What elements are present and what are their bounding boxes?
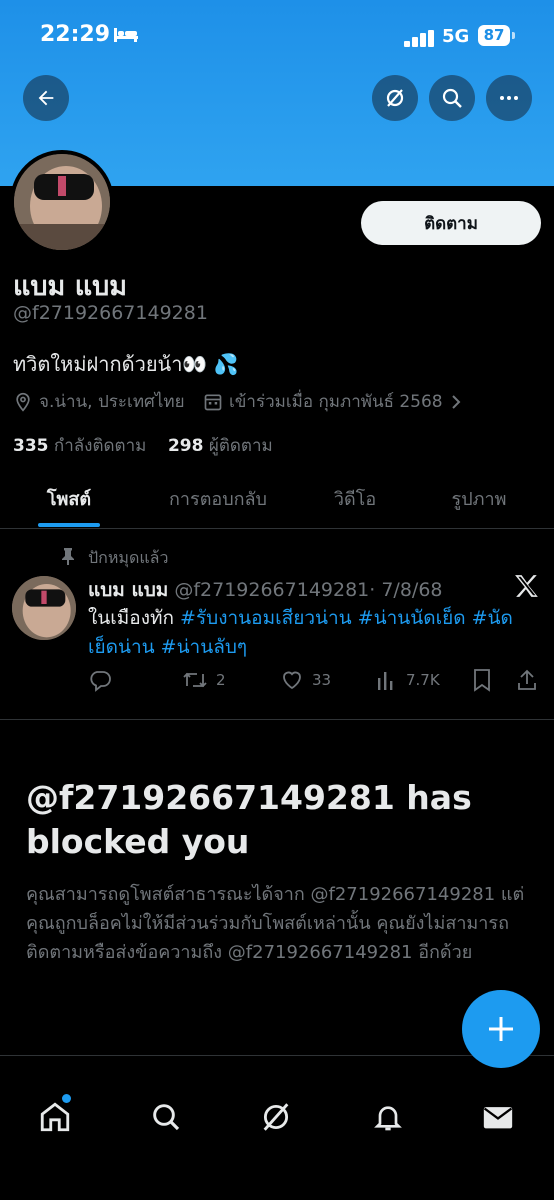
grok-button[interactable] — [372, 75, 418, 121]
back-arrow-icon — [38, 90, 54, 106]
messages-icon — [483, 1107, 513, 1129]
calendar-icon — [204, 394, 222, 410]
like-icon — [283, 671, 301, 690]
followers-link[interactable]: 298 ผู้ติดตาม — [168, 436, 273, 456]
tweet-header: แบม แบม @f27192667149281· 7/8/68 — [88, 575, 443, 605]
compose-plus-icon — [489, 1017, 513, 1041]
nav-messages[interactable] — [478, 1097, 518, 1137]
tweet-author-name[interactable]: แบม แบม — [88, 579, 168, 601]
blocked-description: คุณสามารถดูโพสต์สาธารณะได้จาก @f27192667… — [26, 884, 525, 963]
profile-bio: ทวิตใหม่ฝากด้วยน้า👀 💦 — [13, 352, 239, 376]
back-button[interactable] — [23, 75, 69, 121]
followers-count: 298 — [167, 436, 204, 456]
tweet-author-handle[interactable]: @f27192667149281 — [174, 579, 369, 601]
pin-icon — [62, 548, 74, 565]
signal-icon — [404, 28, 436, 47]
profile-name: แบม แบม — [13, 271, 128, 302]
sleep-mode-icon — [114, 28, 138, 42]
share-icon — [518, 669, 536, 690]
avatar-image — [14, 154, 110, 250]
joined-label: เข้าร่วมเมื่อ กุมภาพันธ์ 2568 — [229, 392, 443, 412]
tabs-divider — [0, 528, 554, 529]
tweet-text: ในเมืองทัก #รับงานอมเสียวน่าน #น่านนัดเย… — [88, 604, 534, 662]
home-icon — [40, 1102, 70, 1132]
more-icon — [500, 96, 518, 100]
bookmark-button[interactable] — [472, 668, 500, 692]
tab-videos[interactable]: วิดีโอ — [314, 484, 396, 513]
like-button[interactable]: 33 — [280, 668, 331, 692]
profile-avatar[interactable] — [10, 150, 114, 254]
more-button[interactable] — [486, 75, 532, 121]
blocked-title: @f27192667149281 has blocked you — [26, 778, 472, 861]
reply-icon — [90, 671, 111, 692]
like-count: 33 — [312, 671, 332, 689]
network-label: 5G — [442, 26, 470, 47]
view-count: 7.7K — [406, 671, 440, 689]
following-label: กำลังติดตาม — [53, 436, 147, 456]
location-icon — [16, 392, 30, 412]
tweet-text-prefix: ในเมืองทัก — [88, 607, 181, 629]
retweet-icon — [183, 672, 207, 688]
nav-explore[interactable] — [146, 1097, 186, 1137]
pinned-label: ปักหมุดแล้ว — [88, 548, 169, 567]
nav-grok[interactable] — [256, 1097, 296, 1137]
tab-photos[interactable]: รูปภาพ — [434, 484, 524, 513]
nav-notifications[interactable] — [368, 1097, 408, 1137]
tweet-avatar[interactable] — [12, 576, 76, 640]
status-time: 22:29 — [40, 22, 111, 47]
search-button[interactable] — [429, 75, 475, 121]
tweet-date: · 7/8/68 — [369, 579, 443, 601]
explore-icon — [153, 1104, 180, 1131]
views-button[interactable]: 7.7K — [376, 668, 440, 692]
nav-home[interactable] — [35, 1097, 75, 1137]
home-notification-dot — [62, 1094, 71, 1103]
reply-button[interactable] — [88, 668, 120, 692]
following-count: 335 — [13, 436, 49, 456]
battery-indicator: 87 — [478, 25, 510, 46]
share-button[interactable] — [516, 668, 546, 692]
compose-button[interactable] — [462, 990, 540, 1068]
followers-label: ผู้ติดตาม — [208, 436, 273, 456]
retweet-count: 2 — [216, 671, 226, 689]
bookmark-icon — [474, 669, 490, 692]
notifications-icon — [374, 1106, 402, 1131]
tweet-avatar-image — [12, 576, 76, 640]
bottom-divider — [0, 1055, 554, 1056]
profile-location: จ.น่าน, ประเทศไทย — [13, 388, 185, 415]
x-logo-icon — [515, 575, 538, 597]
tab-posts[interactable]: โพสต์ — [28, 484, 110, 513]
active-tab-indicator — [38, 523, 100, 527]
tweet-divider — [0, 719, 554, 720]
grok-icon — [386, 89, 404, 107]
views-icon — [378, 672, 393, 690]
profile-stats: 335 กำลังติดตาม 298 ผู้ติดตาม — [13, 432, 273, 459]
chevron-right-icon — [451, 394, 461, 409]
profile-joined[interactable]: เข้าร่วมเมื่อ กุมภาพันธ์ 2568 — [203, 388, 463, 415]
search-icon — [442, 88, 462, 108]
follow-button[interactable]: ติดตาม — [361, 201, 541, 245]
retweet-button[interactable]: 2 — [182, 668, 226, 692]
profile-handle: @f27192667149281 — [13, 302, 208, 324]
tab-replies[interactable]: การตอบกลับ — [150, 484, 286, 513]
following-link[interactable]: 335 กำลังติดตาม — [13, 436, 146, 456]
location-label: จ.น่าน, ประเทศไทย — [39, 392, 185, 412]
battery-tip — [512, 32, 515, 39]
grok-nav-icon — [263, 1103, 289, 1131]
